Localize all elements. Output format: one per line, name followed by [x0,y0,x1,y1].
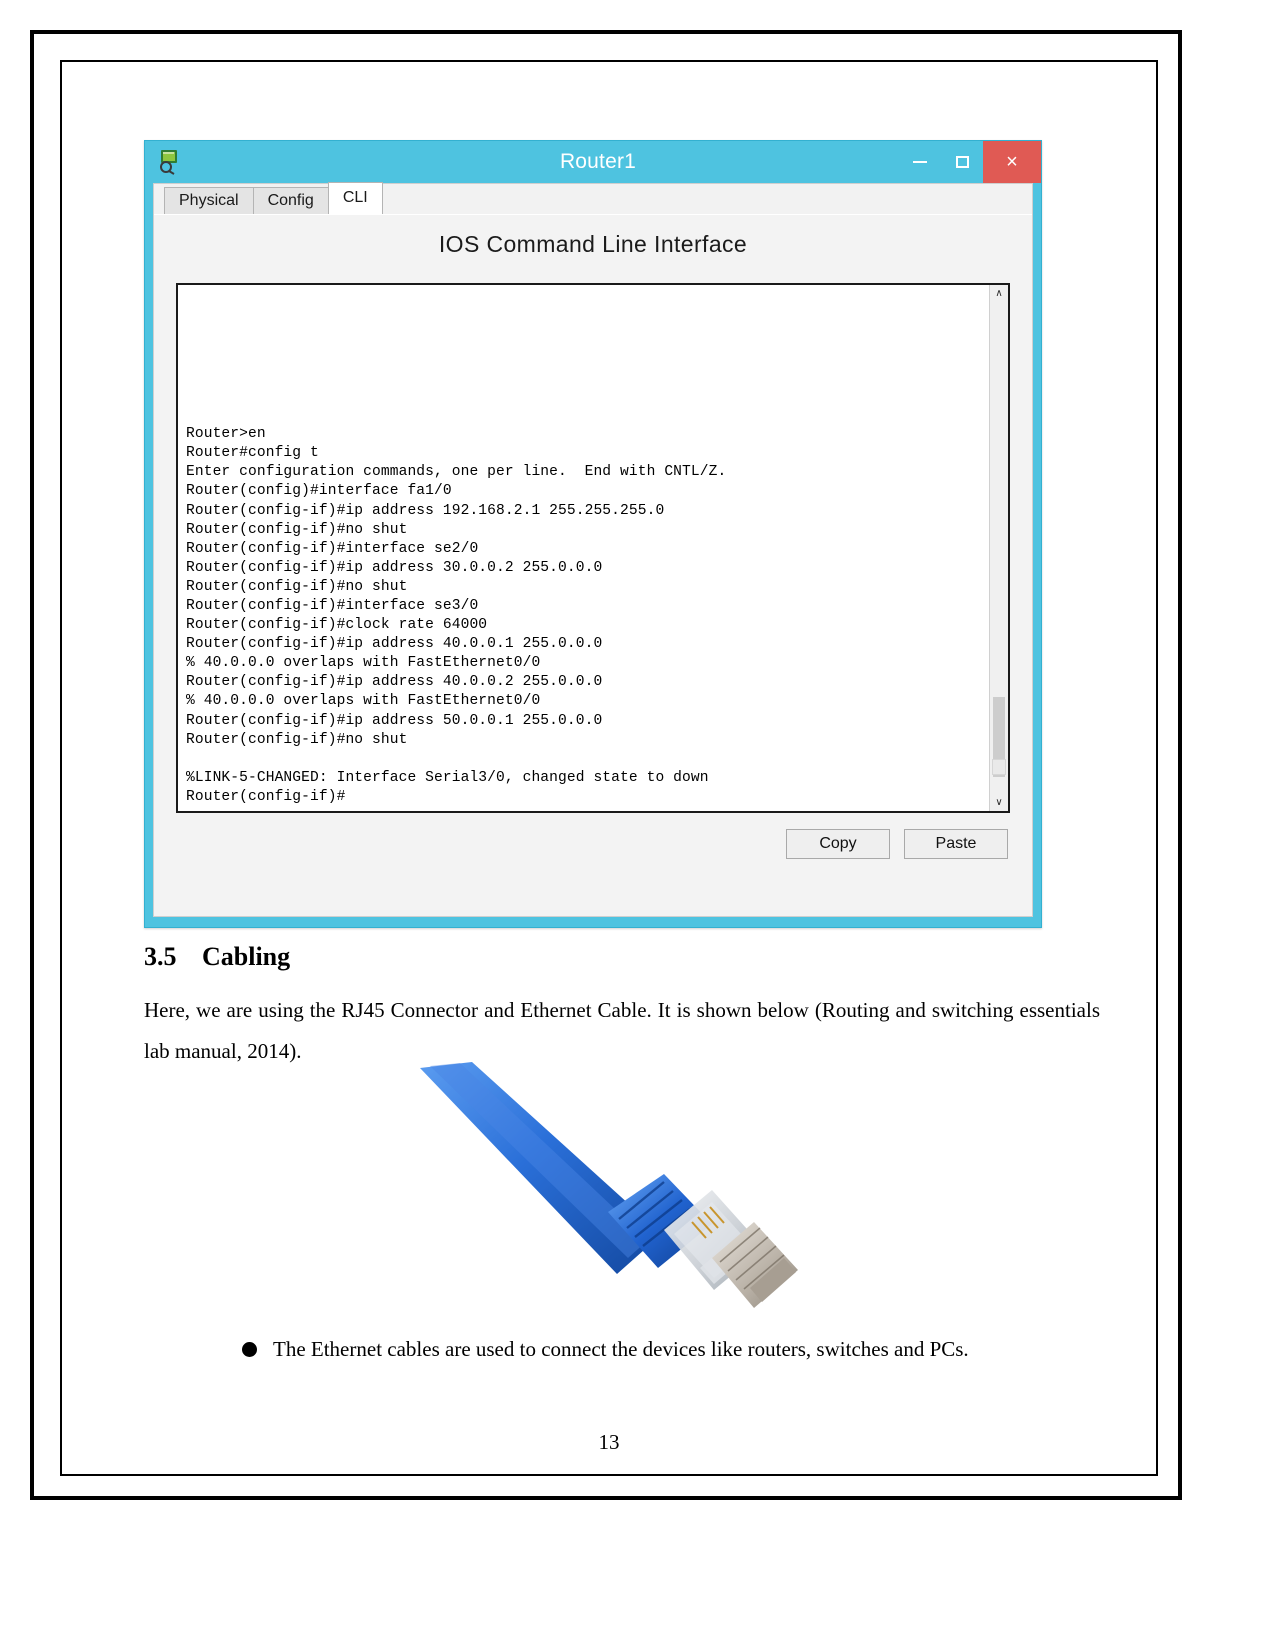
cli-output-line: Router(config-if)#no shut [186,521,408,538]
cli-output-line [186,750,985,769]
packet-tracer-router-icon [157,147,183,175]
cli-panel-heading: IOS Command Line Interface [438,231,748,257]
maximize-button[interactable] [941,141,983,183]
window-body: Physical Config CLI IOS Command Line Int… [153,182,1033,917]
scroll-up-arrow-icon[interactable]: ∧ [990,285,1008,302]
minimize-button[interactable] [899,141,941,183]
cli-output-line: % 40.0.0.0 overlaps with FastEthernet0/0 [186,655,541,672]
copy-button[interactable]: Copy [786,829,890,859]
bullet-dot-icon [242,1342,257,1357]
cli-panel: IOS Command Line Interface Router>en Rout… [154,214,1032,916]
cli-action-buttons: Copy Paste [786,829,1008,859]
cli-output-line: Enter configuration commands, one per li… [186,464,727,481]
figure-bullet-text: The Ethernet cables are used to connect … [273,1337,969,1361]
paste-button[interactable]: Paste [904,829,1008,859]
page-inner-border: Router1 × Physical Config CLI IOS Comman… [60,60,1158,1476]
cli-output-line: Router(config-if)# [186,788,346,805]
window-controls: × [899,141,1041,183]
scroll-down-arrow-icon[interactable]: ∨ [990,794,1008,811]
ethernet-cable-figure [144,1062,1100,1312]
cli-output-line: % 40.0.0.0 overlaps with FastEthernet0/0 [186,693,541,710]
scrollbar-thumb-secondary[interactable] [992,759,1006,775]
section-title: Cabling [202,942,291,971]
tab-config[interactable]: Config [252,187,329,214]
section-paragraph: Here, we are using the RJ45 Connector an… [144,998,1100,1063]
cli-terminal[interactable]: Router>en Router#config t Enter configurat… [176,283,1010,813]
ethernet-cable-illustration [420,1062,798,1308]
cli-output-line: Router#config t [186,445,319,462]
cli-output-line: Router(config-if)#ip address 50.0.0.1 25… [186,712,603,729]
tab-physical[interactable]: Physical [164,187,254,214]
figure-bullet-item: The Ethernet cables are used to connect … [242,1334,1100,1364]
cli-output-line: Router(config-if)#clock rate 64000 [186,617,488,634]
cli-output-line: Router(config)#interface fa1/0 [186,483,452,500]
cli-output-line: Router>en [186,426,266,443]
cli-output-line: Router(config-if)#ip address 40.0.0.1 25… [186,636,603,653]
cli-output-line: Router(config-if)#no shut [186,578,408,595]
cli-output-line: Router(config-if)#ip address 192.168.2.1… [186,502,665,519]
section-number: 3.5 [144,942,177,971]
cli-scrollbar[interactable]: ∧ ∨ [989,285,1008,811]
cli-output-line: Router(config-if)#ip address 40.0.0.2 25… [186,674,603,691]
section-heading: 3.5 Cabling [144,942,1100,972]
window-title-bar: Router1 × [145,141,1041,183]
page-number: 13 [598,1430,620,1454]
cli-output-area[interactable]: Router>en Router#config t Enter configurat… [178,285,989,811]
tab-cli[interactable]: CLI [327,182,383,214]
cli-output-lines: Router>en Router#config t Enter configurat… [186,425,985,807]
tab-bar: Physical Config CLI [154,182,1032,215]
cli-output-line: Router(config-if)#interface se2/0 [186,540,479,557]
document-content: 3.5 Cabling Here, we are using the RJ45 C… [144,942,1100,1072]
router-cli-window: Router1 × Physical Config CLI IOS Comman… [144,140,1042,928]
cli-output-line: Router(config-if)#ip address 30.0.0.2 25… [186,559,603,576]
cli-output-line: %LINK-5-CHANGED: Interface Serial3/0, ch… [186,769,709,786]
cli-output-line: Router(config-if)#interface se3/0 [186,597,479,614]
close-button[interactable]: × [983,141,1041,183]
cli-output-line: Router(config-if)#no shut [186,731,408,748]
page-outer-border: Router1 × Physical Config CLI IOS Comman… [30,30,1182,1500]
